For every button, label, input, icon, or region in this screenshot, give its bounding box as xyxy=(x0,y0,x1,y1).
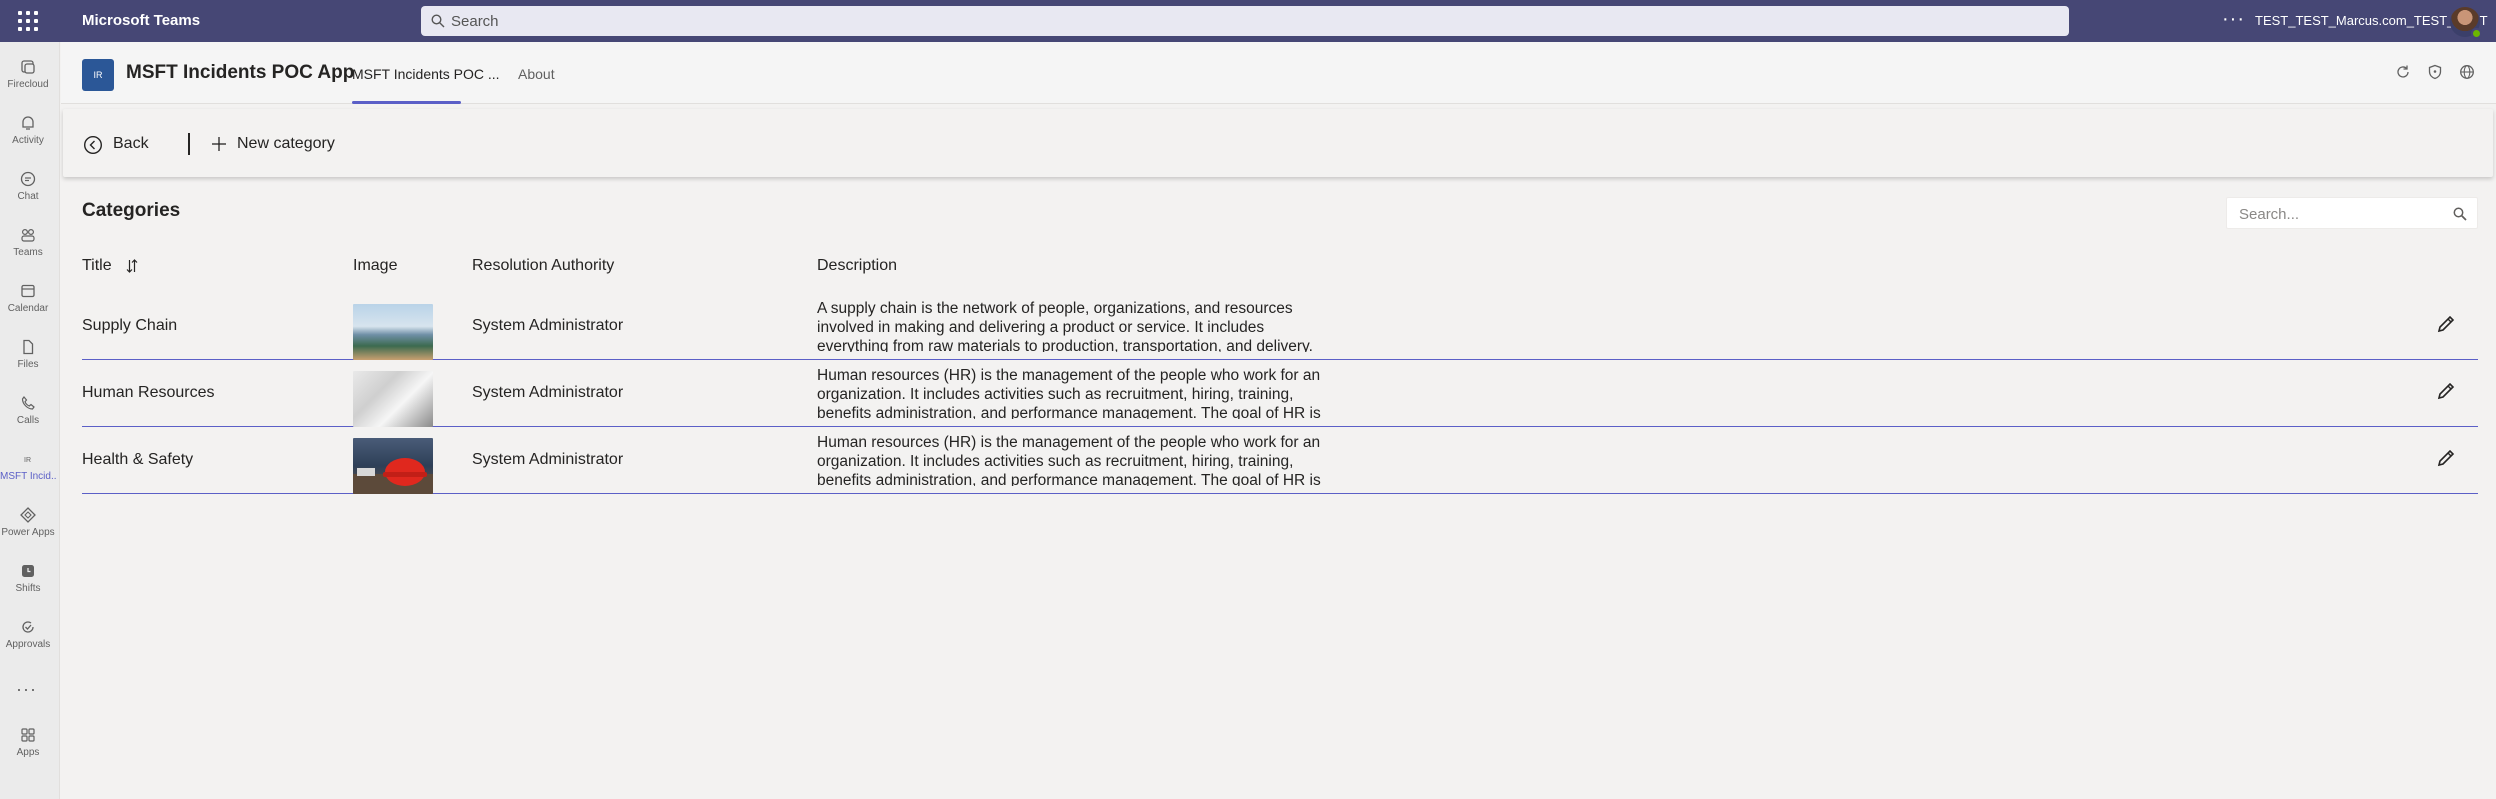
rail-label: Approvals xyxy=(5,639,51,650)
table-row[interactable]: Human Resources System Administrator Hum… xyxy=(82,360,2478,427)
rail-item-apps[interactable]: Apps xyxy=(0,718,56,768)
active-tab-indicator xyxy=(352,101,461,104)
more-options-icon[interactable]: ··· xyxy=(2222,8,2245,31)
rail-item-power-apps[interactable]: Power Apps xyxy=(0,498,56,548)
calendar-icon xyxy=(21,284,35,298)
global-search-placeholder: Search xyxy=(451,13,499,30)
row-authority: System Administrator xyxy=(472,317,624,334)
column-header-authority: Resolution Authority xyxy=(472,257,615,274)
row-authority: System Administrator xyxy=(472,384,624,401)
rail-item-teams[interactable]: Teams xyxy=(0,218,56,268)
rail-label: Teams xyxy=(13,247,43,258)
presence-available-icon xyxy=(2471,28,2482,39)
approvals-icon xyxy=(22,621,34,633)
row-title: Health & Safety xyxy=(82,451,194,468)
firecloud-icon xyxy=(21,60,35,74)
row-title: Supply Chain xyxy=(82,317,178,334)
teams-top-bar: Microsoft Teams Search ··· TEST_TEST_Mar… xyxy=(0,0,2496,42)
plus-icon xyxy=(212,137,226,151)
refresh-icon[interactable] xyxy=(2395,64,2411,80)
back-arrow-icon xyxy=(83,135,103,155)
column-header-description: Description xyxy=(817,257,898,274)
rail-label: Shifts xyxy=(15,583,41,594)
global-search-input[interactable]: Search xyxy=(421,6,2069,36)
rail-label: Calls xyxy=(16,415,40,426)
tab-msft-incidents[interactable]: MSFT Incidents POC ... xyxy=(352,66,500,82)
row-title: Human Resources xyxy=(82,384,215,401)
rail-label: Firecloud xyxy=(7,79,49,90)
category-search-input[interactable]: Search... xyxy=(2226,197,2478,229)
command-bar: Back New category xyxy=(63,109,2493,177)
power-apps-icon xyxy=(20,507,36,523)
table-row[interactable]: Health & Safety System Administrator Hum… xyxy=(82,427,2478,494)
column-header-title[interactable]: Title xyxy=(82,257,112,275)
row-description: Human resources (HR) is the management o… xyxy=(817,367,1321,419)
left-app-rail: Firecloud Activity Chat Teams Calendar F… xyxy=(0,42,60,799)
rail-label: Activity xyxy=(12,135,44,146)
category-search-placeholder: Search... xyxy=(2239,206,2300,223)
search-icon[interactable] xyxy=(2453,207,2467,221)
rail-label: Files xyxy=(17,359,39,370)
rail-label: Chat xyxy=(17,191,39,202)
rail-item-msft-incidents[interactable]: IR MSFT Incid... xyxy=(0,442,56,492)
tab-about[interactable]: About xyxy=(518,66,555,82)
rail-item-approvals[interactable]: Approvals xyxy=(0,610,56,660)
new-category-button[interactable]: New category xyxy=(211,133,351,155)
app-title: MSFT Incidents POC App xyxy=(126,62,355,83)
health-safety-image xyxy=(353,438,433,494)
supply-chain-image xyxy=(353,304,433,360)
avatar[interactable] xyxy=(2450,7,2482,39)
app-icon: IR xyxy=(24,457,31,464)
file-icon xyxy=(23,339,34,355)
rail-item-files[interactable]: Files xyxy=(0,330,56,380)
hard-hat-illustration xyxy=(353,458,433,494)
row-description: A supply chain is the network of people,… xyxy=(817,300,1313,352)
command-divider xyxy=(188,133,190,155)
app-logo: IR xyxy=(82,59,114,91)
rail-item-activity[interactable]: Activity xyxy=(0,106,56,156)
svg-text:IR: IR xyxy=(24,457,31,464)
phone-icon xyxy=(21,396,35,410)
clock-icon xyxy=(22,565,34,577)
new-category-label: New category xyxy=(237,135,335,152)
edit-pencil-icon[interactable] xyxy=(2435,313,2457,335)
teams-app-name: Microsoft Teams xyxy=(82,12,201,29)
apps-icon xyxy=(21,728,35,742)
edit-pencil-icon[interactable] xyxy=(2435,447,2457,469)
app-launcher-icon[interactable] xyxy=(16,9,40,33)
rail-item-calls[interactable]: Calls xyxy=(0,386,56,436)
chat-icon xyxy=(20,171,36,187)
globe-icon[interactable] xyxy=(2459,64,2475,80)
page-title: Categories xyxy=(82,200,181,221)
rail-item-shifts[interactable]: Shifts xyxy=(0,554,56,604)
rail-label: Calendar xyxy=(7,303,49,314)
row-description: Human resources (HR) is the management o… xyxy=(817,434,1321,486)
table-row[interactable]: Supply Chain System Administrator A supp… xyxy=(82,293,2478,360)
edit-pencil-icon[interactable] xyxy=(2435,380,2457,402)
column-header-image: Image xyxy=(353,257,398,274)
teams-icon xyxy=(21,228,35,242)
search-icon xyxy=(431,14,445,28)
rail-label: Apps xyxy=(16,747,40,758)
row-authority: System Administrator xyxy=(472,451,624,468)
rail-item-chat[interactable]: Chat xyxy=(0,162,56,212)
sort-icon[interactable] xyxy=(126,258,138,274)
bell-icon xyxy=(22,116,34,130)
shield-icon[interactable] xyxy=(2427,64,2443,80)
human-resources-image xyxy=(353,371,433,427)
rail-label: MSFT Incid... xyxy=(0,471,56,482)
rail-more-icon[interactable]: ··· xyxy=(16,679,37,700)
app-header: IR MSFT Incidents POC App MSFT Incidents… xyxy=(61,42,2496,104)
rail-item-calendar[interactable]: Calendar xyxy=(0,274,56,324)
back-button-label: Back xyxy=(113,135,149,152)
rail-label: Power Apps xyxy=(1,527,55,538)
rail-item-firecloud[interactable]: Firecloud xyxy=(0,50,56,100)
